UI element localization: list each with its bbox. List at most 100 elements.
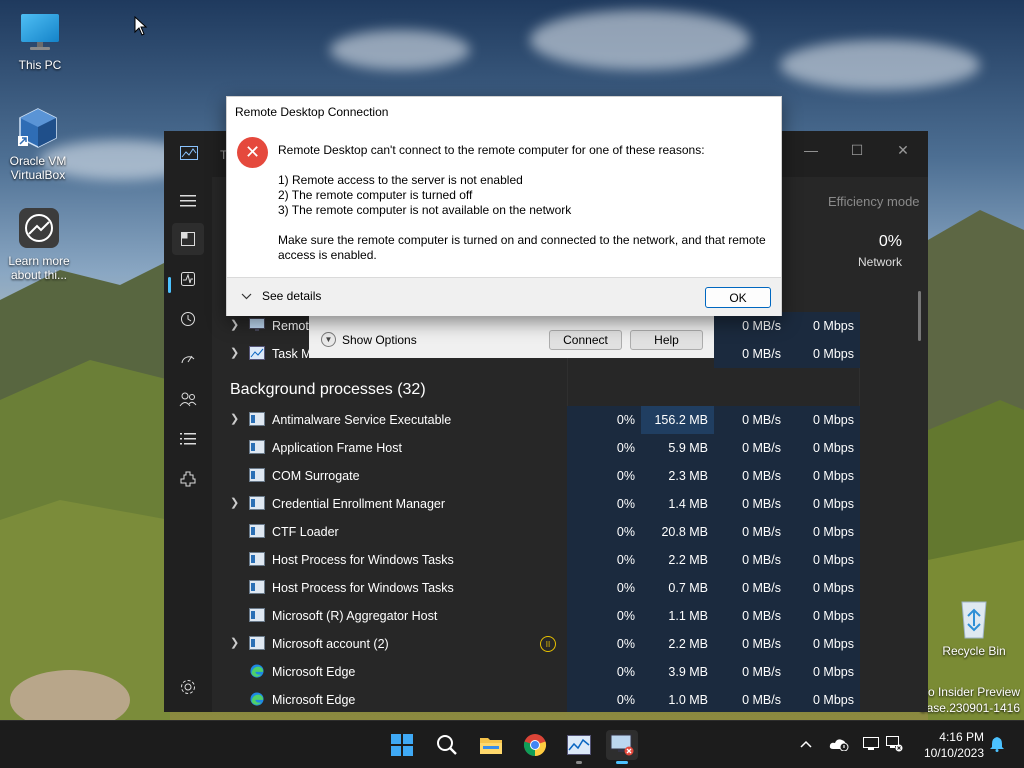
table-row[interactable]: ❯ Antimalware Service Executable 0% 156.2 M… (212, 406, 860, 434)
services-nav-icon[interactable] (172, 463, 204, 495)
chevron-down-icon: ▼ (321, 332, 336, 347)
minimize-button[interactable]: — (788, 135, 834, 165)
process-name: Microsoft (R) Aggregator Host (272, 609, 438, 623)
hamburger-menu-icon[interactable] (172, 185, 204, 217)
desktop-icon-label: This PC (18, 58, 62, 72)
close-button[interactable]: ✕ (880, 135, 926, 165)
process-name: Host Process for Windows Tasks (272, 553, 454, 567)
process-name: Application Frame Host (272, 441, 402, 455)
memory-cell: 156.2 MB (641, 406, 714, 434)
insider-watermark-line1: ro Insider Preview (923, 685, 1020, 699)
recycle-bin-icon (952, 596, 996, 640)
dialog-body: ✕ Remote Desktop can't connect to the re… (227, 127, 781, 275)
error-heading: Remote Desktop can't connect to the remo… (278, 143, 705, 157)
disk-cell: 0 MB/s (714, 312, 787, 340)
file-explorer-icon[interactable] (475, 730, 507, 760)
background-processes-group-header: Background processes (32) (230, 381, 426, 398)
desktop-icon-virtualbox[interactable]: Oracle VM VirtualBox (0, 106, 76, 182)
disk-cell: 0 MB/s (714, 574, 787, 602)
table-row[interactable]: ❯ Microsoft account (2) II 0% 2.2 MB 0 MB/s 0 … (212, 630, 860, 658)
onedrive-icon[interactable] (828, 733, 850, 755)
settings-gear-icon[interactable] (172, 671, 204, 703)
process-icon (249, 552, 265, 566)
table-row[interactable]: CTF Loader 0% 20.8 MB 0 MB/s 0 Mbps (212, 518, 860, 546)
chevron-right-icon[interactable]: ❯ (230, 636, 239, 649)
efficiency-mode-button[interactable]: Efficiency mode (828, 194, 920, 209)
table-row[interactable]: Microsoft Edge 0% 1.0 MB 0 MB/s 0 Mbps (212, 686, 860, 712)
chevron-right-icon[interactable]: ❯ (230, 346, 239, 359)
network-column-header[interactable]: 0% Network (772, 233, 902, 269)
desktop-icon-this-pc[interactable]: This PC (2, 10, 78, 72)
memory-cell: 5.9 MB (641, 434, 714, 462)
start-icon[interactable] (386, 730, 418, 760)
display-icon[interactable] (860, 733, 882, 755)
process-name: Task M (272, 347, 312, 361)
maximize-button[interactable]: ☐ (834, 135, 880, 165)
table-row[interactable]: COM Surrogate 0% 2.3 MB 0 MB/s 0 Mbps (212, 462, 860, 490)
show-options-label: Show Options (342, 332, 417, 347)
chevron-right-icon[interactable]: ❯ (230, 496, 239, 509)
processes-nav-icon[interactable] (172, 223, 204, 255)
performance-nav-icon[interactable] (172, 263, 204, 295)
connect-button[interactable]: Connect (549, 330, 622, 350)
desktop-icon-label: Oracle VM VirtualBox (9, 154, 67, 182)
task-manager-icon[interactable] (563, 730, 595, 764)
table-row[interactable]: Host Process for Windows Tasks 0% 0.7 MB 0 … (212, 574, 860, 602)
show-hidden-icons-chevron-up-icon[interactable] (795, 733, 817, 755)
network-cell: 0 Mbps (787, 490, 860, 518)
dialog-title: Remote Desktop Connection (235, 105, 389, 119)
network-disconnected-icon[interactable] (884, 733, 906, 755)
process-name: Microsoft account (2) (272, 637, 389, 651)
disk-cell: 0 MB/s (714, 434, 787, 462)
monitor-icon (18, 10, 62, 54)
show-options-toggle[interactable]: ▼ Show Options (321, 332, 417, 347)
system-clock[interactable]: 4:16 PM 10/10/2023 (912, 729, 984, 761)
see-details-label: See details (262, 289, 322, 303)
app-history-nav-icon[interactable] (172, 303, 204, 335)
notification-bell-icon[interactable] (986, 733, 1008, 755)
see-details-toggle[interactable]: See details (241, 289, 321, 303)
table-row[interactable]: Host Process for Windows Tasks 0% 2.2 MB 0 … (212, 546, 860, 574)
process-icon (249, 496, 265, 510)
clock-date: 10/10/2023 (923, 746, 984, 760)
process-name: Microsoft Edge (272, 693, 356, 707)
cpu-cell: 0% (567, 518, 641, 546)
network-usage-total: 0% (878, 233, 902, 250)
running-indicator (576, 761, 582, 764)
ok-button[interactable]: OK (705, 287, 771, 308)
table-row[interactable]: Microsoft (R) Aggregator Host 0% 1.1 MB 0 M… (212, 602, 860, 630)
mouse-cursor-icon (134, 16, 148, 36)
network-cell: 0 Mbps (787, 434, 860, 462)
table-row[interactable]: Microsoft Edge 0% 3.9 MB 0 MB/s 0 Mbps (212, 658, 860, 686)
cpu-cell: 0% (567, 686, 641, 712)
memory-cell: 1.4 MB (641, 490, 714, 518)
chevron-right-icon[interactable]: ❯ (230, 318, 239, 331)
vertical-scrollbar[interactable] (918, 291, 921, 341)
search-icon[interactable] (431, 730, 463, 760)
network-cell: 0 Mbps (787, 630, 860, 658)
chevron-right-icon[interactable]: ❯ (230, 412, 239, 425)
error-icon: ✕ (237, 137, 268, 168)
desktop-icon-recycle-bin[interactable]: Recycle Bin (936, 596, 1012, 658)
table-row[interactable]: ❯ Credential Enrollment Manager 0% 1.4 MB 0 … (212, 490, 860, 518)
selected-indicator (168, 277, 171, 293)
help-button[interactable]: Help (630, 330, 703, 350)
advice-line-2: access is enabled. (278, 248, 377, 262)
cpu-cell: 0% (567, 434, 641, 462)
users-nav-icon[interactable] (172, 383, 204, 415)
cpu-cell: 0% (567, 406, 641, 434)
desktop-icon-learn-more[interactable]: Learn more about thi... (1, 206, 77, 282)
disk-cell: 0 MB/s (714, 546, 787, 574)
process-icon (249, 412, 265, 426)
memory-cell: 0.7 MB (641, 574, 714, 602)
process-icon (249, 608, 265, 622)
desktop-icon-label: Learn more about thi... (8, 254, 70, 282)
network-column-label: Network (857, 255, 902, 269)
remote-desktop-icon[interactable] (606, 730, 638, 764)
insider-watermark-line2: ease.230901-1416 (919, 701, 1020, 715)
network-cell: 0 Mbps (787, 546, 860, 574)
startup-apps-nav-icon[interactable] (172, 343, 204, 375)
chrome-icon[interactable] (519, 730, 551, 760)
details-nav-icon[interactable] (172, 423, 204, 455)
table-row[interactable]: Application Frame Host 0% 5.9 MB 0 MB/s 0 Mb… (212, 434, 860, 462)
